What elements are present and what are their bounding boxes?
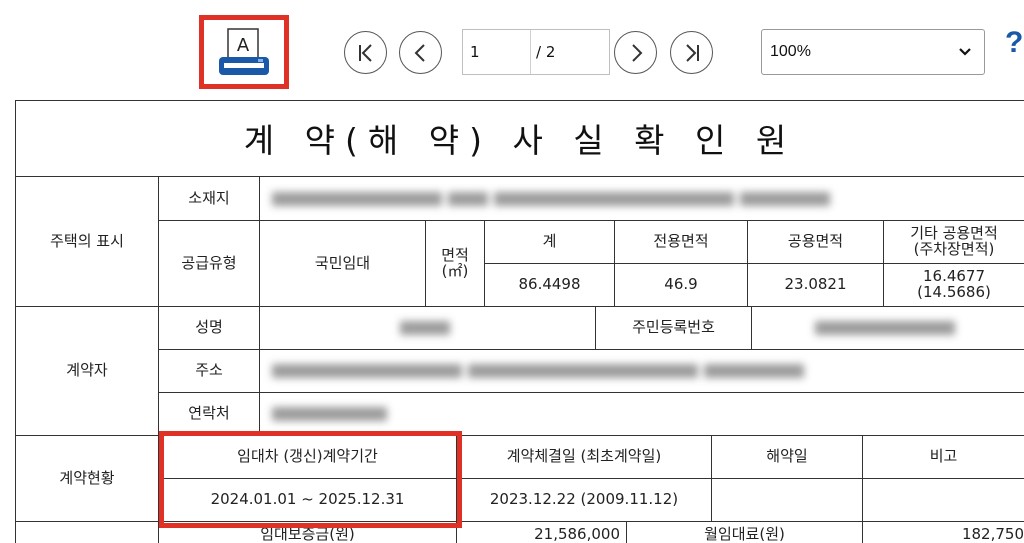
resident-no-label: 주민등록번호 bbox=[596, 307, 752, 350]
deposit-label: 임대보증금(원) bbox=[159, 522, 457, 543]
address-value bbox=[260, 350, 1024, 393]
contract-period-value: 2024.01.01 ~ 2025.12.31 bbox=[159, 479, 457, 522]
next-page-button[interactable] bbox=[614, 31, 657, 74]
area-label: 면적 (㎡) bbox=[426, 221, 485, 307]
rent-section-label bbox=[16, 522, 159, 543]
prev-page-icon bbox=[414, 43, 425, 62]
termination-date-label: 해약일 bbox=[712, 436, 863, 479]
zoom-select[interactable]: 100% bbox=[761, 29, 985, 75]
other-area-header-line2: (주차장면적) bbox=[913, 240, 995, 258]
print-button[interactable]: A bbox=[199, 15, 289, 89]
total-area-header: 계 bbox=[485, 221, 615, 264]
housing-section-label: 주택의 표시 bbox=[16, 177, 159, 307]
contract-period-label: 임대차 (갱신)계약기간 bbox=[159, 436, 457, 479]
contractor-section-label: 계약자 bbox=[16, 307, 159, 436]
redacted-contact bbox=[272, 407, 393, 421]
help-icon[interactable]: ? bbox=[1005, 26, 1023, 60]
document-page: 계 약(해 약) 사 실 확 인 원 주택의 표시 소재지 공급유형 국민임대 … bbox=[0, 100, 1024, 543]
other-area-header: 기타 공용면적 (주차장면적) bbox=[884, 221, 1024, 264]
current-page-input[interactable] bbox=[463, 30, 531, 74]
supply-type-value: 국민임대 bbox=[260, 221, 426, 307]
monthly-rent-value: 182,750 bbox=[961, 525, 1024, 543]
last-page-icon bbox=[685, 43, 699, 62]
first-page-icon bbox=[358, 43, 372, 62]
first-page-button[interactable] bbox=[344, 31, 387, 74]
total-pages: / 2 bbox=[536, 43, 556, 61]
termination-date-value bbox=[712, 479, 863, 522]
signed-date-value: 2023.12.22 (2009.11.12) bbox=[457, 479, 712, 522]
redacted-address bbox=[272, 191, 836, 206]
document-title: 계 약(해 약) 사 실 확 인 원 bbox=[243, 121, 797, 160]
resident-no-value bbox=[752, 307, 1024, 350]
deposit-value: 21,586,000 bbox=[457, 522, 627, 543]
next-page-icon bbox=[631, 43, 642, 62]
monthly-rent-label: 월임대료(원) bbox=[627, 522, 863, 543]
supply-type-label: 공급유형 bbox=[159, 221, 260, 307]
other-area-value: 16.4677 (14.5686) bbox=[884, 264, 1024, 307]
area-unit: (㎡) bbox=[441, 261, 469, 280]
contract-status-section-label: 계약현황 bbox=[16, 436, 159, 522]
contact-value bbox=[260, 393, 1024, 436]
chevron-down-icon bbox=[959, 48, 971, 56]
location-value bbox=[260, 177, 1024, 221]
page-indicator: / 2 bbox=[462, 29, 610, 75]
redacted-resident-no bbox=[815, 321, 961, 335]
redacted-contractor-address bbox=[272, 364, 810, 378]
print-icon: A bbox=[219, 28, 269, 75]
viewer-toolbar: A / 2 100% ? bbox=[0, 0, 1024, 100]
location-label: 소재지 bbox=[159, 177, 260, 221]
zoom-value: 100% bbox=[770, 43, 811, 60]
note-label: 비고 bbox=[863, 436, 1024, 479]
exclusive-area-value: 46.9 bbox=[615, 264, 748, 307]
exclusive-area-header: 전용면적 bbox=[615, 221, 748, 264]
parking-area-value: (14.5686) bbox=[917, 283, 991, 301]
total-area-value: 86.4498 bbox=[485, 264, 615, 307]
prev-page-button[interactable] bbox=[399, 31, 442, 74]
note-value bbox=[863, 479, 1024, 522]
redacted-name bbox=[399, 321, 456, 335]
address-label: 주소 bbox=[159, 350, 260, 393]
svg-text:A: A bbox=[237, 35, 250, 56]
contact-label: 연락처 bbox=[159, 393, 260, 436]
name-value bbox=[260, 307, 596, 350]
last-page-button[interactable] bbox=[670, 31, 713, 74]
common-area-header: 공용면적 bbox=[748, 221, 884, 264]
common-area-value: 23.0821 bbox=[748, 264, 884, 307]
name-label: 성명 bbox=[159, 307, 260, 350]
signed-date-label: 계약체결일 (최초계약일) bbox=[457, 436, 712, 479]
